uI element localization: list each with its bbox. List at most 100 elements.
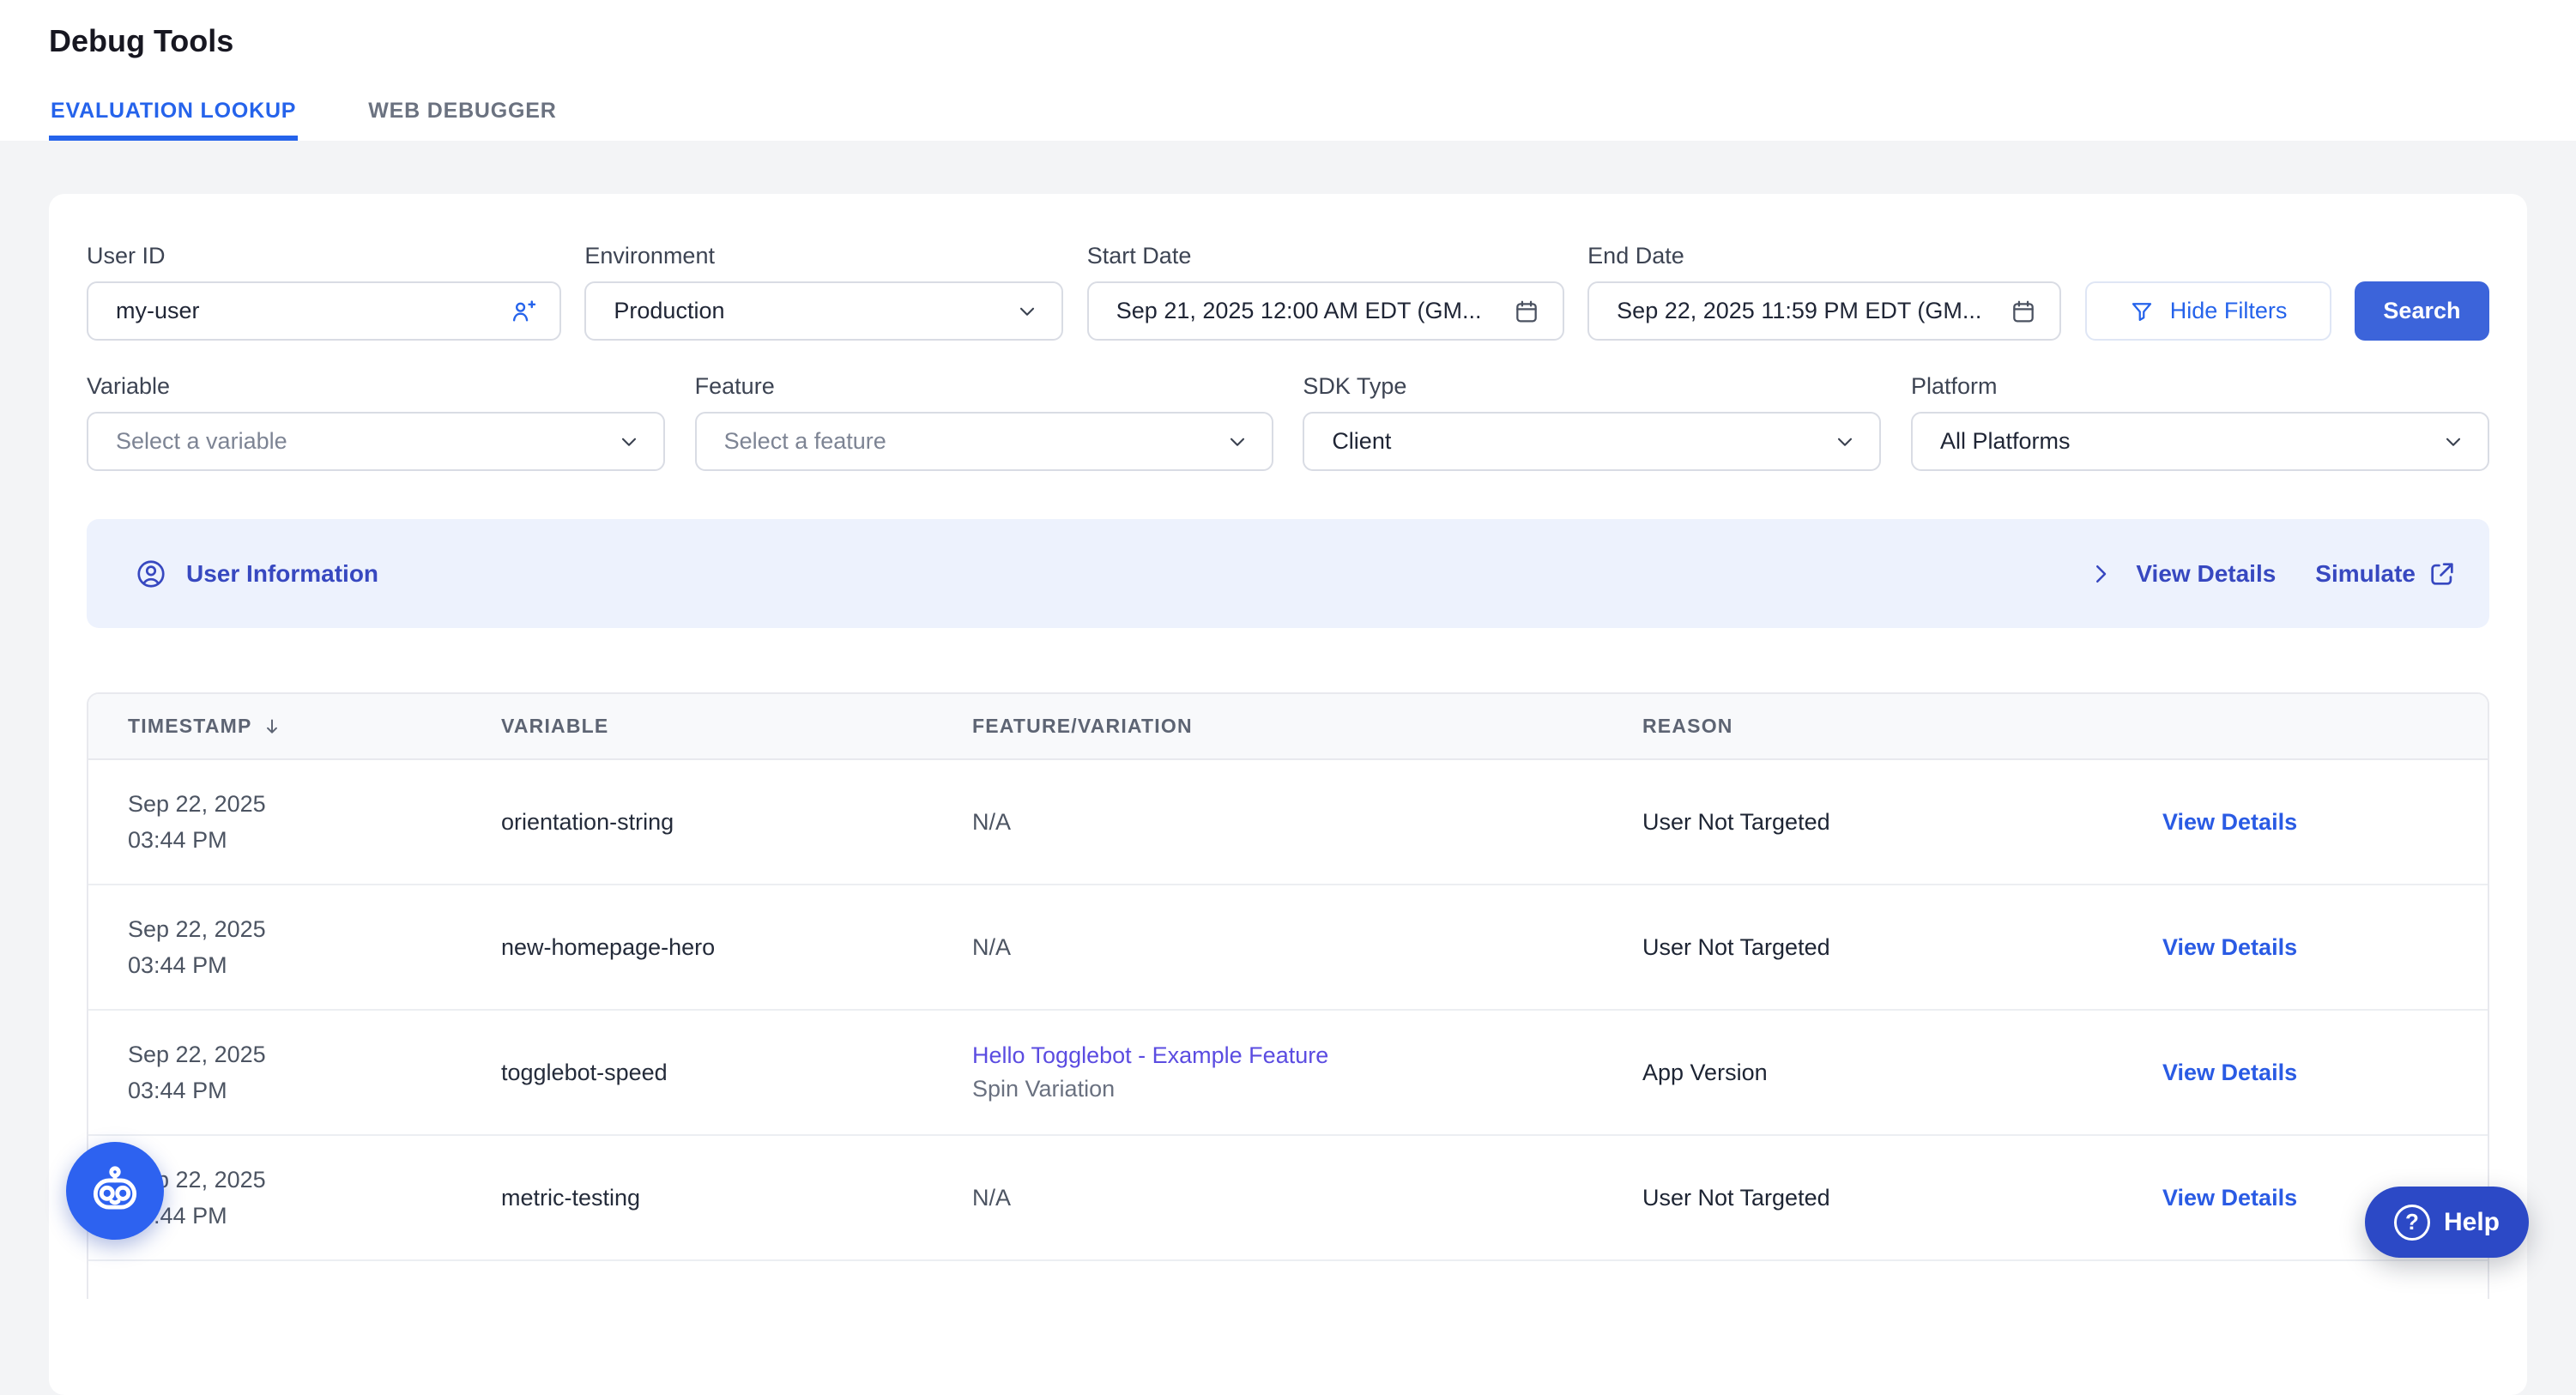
reason-cell: User Not Targeted — [1642, 934, 2162, 961]
variation-label: Spin Variation — [972, 1076, 1642, 1102]
feature-variation-cell: N/A — [972, 809, 1642, 836]
hide-filters-button[interactable]: Hide Filters — [2085, 281, 2331, 341]
feature-variation-cell: N/A — [972, 1185, 1642, 1211]
variable-cell: orientation-string — [501, 809, 972, 836]
environment-label: Environment — [584, 243, 1063, 269]
environment-field-group: Environment Production — [584, 243, 1063, 341]
user-id-input-wrap — [87, 281, 561, 341]
column-header-feature-variation[interactable]: FEATURE/VARIATION — [972, 715, 1642, 738]
filter-row-1: User ID Environment Production — [87, 243, 2489, 341]
robot-icon — [86, 1162, 144, 1220]
tab-evaluation-lookup[interactable]: EVALUATION LOOKUP — [49, 99, 298, 141]
tab-bar: EVALUATION LOOKUP WEB DEBUGGER — [49, 99, 2527, 141]
feature-select[interactable]: Select a feature — [695, 412, 1273, 471]
calendar-icon[interactable] — [2010, 298, 2037, 325]
feature-label: Feature — [695, 373, 1273, 400]
start-date-value: Sep 21, 2025 12:00 AM EDT (GM... — [1116, 298, 1513, 324]
end-date-label: End Date — [1587, 243, 2061, 269]
environment-value: Production — [614, 298, 1015, 324]
sdk-type-label: SDK Type — [1303, 373, 1881, 400]
help-label: Help — [2444, 1208, 2500, 1237]
table-row: Sep 22, 202503:44 PM new-homepage-hero N… — [88, 885, 2488, 1011]
hide-filters-label: Hide Filters — [2170, 298, 2288, 324]
variable-cell: metric-testing — [501, 1185, 972, 1211]
variable-placeholder: Select a variable — [116, 428, 617, 455]
user-information-title: User Information — [186, 560, 378, 588]
table-row-partial — [88, 1261, 2488, 1299]
reason-cell: User Not Targeted — [1642, 1185, 2162, 1211]
chevron-down-icon — [1833, 430, 1857, 454]
variable-cell: togglebot-speed — [501, 1060, 972, 1086]
filter-row-2: Variable Select a variable Feature Selec… — [87, 373, 2489, 471]
user-id-label: User ID — [87, 243, 561, 269]
calendar-icon[interactable] — [1513, 298, 1540, 325]
timestamp-cell: Sep 22, 202503:44 PM — [128, 1036, 501, 1108]
reason-cell: User Not Targeted — [1642, 809, 2162, 836]
chevron-down-icon — [617, 430, 641, 454]
chevron-down-icon — [2441, 430, 2465, 454]
user-information-banner: User Information View Details Simulate — [87, 519, 2489, 628]
filter-funnel-icon — [2129, 299, 2155, 324]
evaluations-table: TIMESTAMP VARIABLE FEATURE/VARIATION REA… — [87, 692, 2489, 1299]
timestamp-cell: Sep 22, 202503:44 PM — [128, 786, 501, 858]
view-details-link[interactable]: View Details — [2162, 809, 2448, 836]
external-link-icon[interactable] — [2428, 559, 2457, 589]
timestamp-cell: Sep 22, 202503:44 PM — [128, 911, 501, 983]
sdk-type-select[interactable]: Client — [1303, 412, 1881, 471]
table-row: Sep 22, 202503:44 PM orientation-string … — [88, 760, 2488, 885]
variable-field-group: Variable Select a variable — [87, 373, 665, 471]
user-id-field-group: User ID — [87, 243, 561, 341]
variable-label: Variable — [87, 373, 665, 400]
sdk-type-value: Client — [1332, 428, 1833, 455]
environment-select[interactable]: Production — [584, 281, 1063, 341]
sort-descending-icon[interactable] — [261, 716, 283, 738]
start-date-input[interactable]: Sep 21, 2025 12:00 AM EDT (GM... — [1087, 281, 1564, 341]
user-circle-icon — [135, 558, 167, 590]
table-header-row: TIMESTAMP VARIABLE FEATURE/VARIATION REA… — [88, 694, 2488, 760]
view-details-link[interactable]: View Details — [2162, 934, 2448, 961]
chevron-down-icon — [1225, 430, 1249, 454]
filters-card: User ID Environment Production — [49, 194, 2527, 1395]
search-button[interactable]: Search — [2355, 281, 2489, 341]
platform-field-group: Platform All Platforms — [1911, 373, 2489, 471]
platform-label: Platform — [1911, 373, 2489, 400]
question-mark-icon: ? — [2394, 1205, 2430, 1241]
reason-cell: App Version — [1642, 1060, 2162, 1086]
page-content: User ID Environment Production — [0, 141, 2576, 1395]
simulate-link[interactable]: Simulate — [2315, 560, 2416, 588]
table-body: Sep 22, 202503:44 PM orientation-string … — [88, 760, 2488, 1261]
togglebot-fab-button[interactable] — [66, 1142, 164, 1240]
expand-chevron-icon[interactable] — [2088, 561, 2113, 587]
column-header-reason[interactable]: REASON — [1642, 715, 2162, 738]
help-button[interactable]: ? Help — [2365, 1187, 2529, 1258]
timestamp-cell: Sep 22, 202503:44 PM — [128, 1162, 501, 1234]
column-header-timestamp[interactable]: TIMESTAMP — [128, 715, 501, 738]
start-date-field-group: Start Date Sep 21, 2025 12:00 AM EDT (GM… — [1087, 243, 1564, 341]
user-id-input[interactable] — [116, 298, 508, 324]
variable-select[interactable]: Select a variable — [87, 412, 665, 471]
top-bar: Debug Tools EVALUATION LOOKUP WEB DEBUGG… — [0, 0, 2576, 141]
end-date-input[interactable]: Sep 22, 2025 11:59 PM EDT (GM... — [1587, 281, 2061, 341]
platform-select[interactable]: All Platforms — [1911, 412, 2489, 471]
person-add-icon[interactable] — [508, 297, 537, 326]
feature-field-group: Feature Select a feature — [695, 373, 1273, 471]
user-information-actions: View Details Simulate — [2088, 559, 2457, 589]
feature-variation-cell: N/A — [972, 934, 1642, 961]
sdk-type-field-group: SDK Type Client — [1303, 373, 1881, 471]
platform-value: All Platforms — [1940, 428, 2441, 455]
page-title: Debug Tools — [49, 23, 2527, 59]
column-header-variable[interactable]: VARIABLE — [501, 715, 972, 738]
end-date-field-group: End Date Sep 22, 2025 11:59 PM EDT (GM..… — [1587, 243, 2061, 341]
tab-web-debugger[interactable]: WEB DEBUGGER — [366, 99, 558, 141]
feature-link[interactable]: Hello Togglebot - Example Feature — [972, 1042, 1642, 1069]
feature-variation-cell: Hello Togglebot - Example Feature Spin V… — [972, 1042, 1642, 1102]
start-date-label: Start Date — [1087, 243, 1564, 269]
view-details-link[interactable]: View Details — [2162, 1060, 2448, 1086]
chevron-down-icon — [1015, 299, 1039, 323]
end-date-value: Sep 22, 2025 11:59 PM EDT (GM... — [1617, 298, 2010, 324]
user-information-header: User Information — [135, 558, 378, 590]
feature-placeholder: Select a feature — [724, 428, 1225, 455]
table-row: Sep 22, 202503:44 PM togglebot-speed Hel… — [88, 1011, 2488, 1136]
banner-view-details-link[interactable]: View Details — [2136, 560, 2276, 588]
variable-cell: new-homepage-hero — [501, 934, 972, 961]
